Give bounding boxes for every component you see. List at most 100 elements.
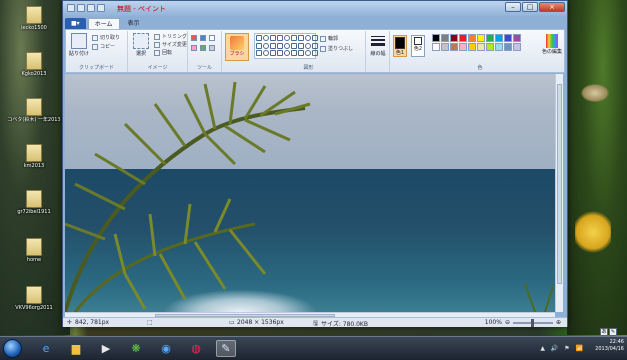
zoom-out-button[interactable]: ⊖ [505,319,510,326]
maximize-button[interactable]: □ [522,2,538,12]
desktop-icon-folder[interactable]: km2013 [0,144,68,169]
undo-icon[interactable] [87,4,95,12]
palette-color-2[interactable] [450,34,458,42]
shape-option-icon[interactable] [277,35,283,41]
size-button[interactable]: 線の幅 [367,33,389,57]
save-icon[interactable] [77,4,85,12]
tab-view[interactable]: 表示 [122,18,146,29]
palette-color-17[interactable] [495,43,503,51]
palette-color-5[interactable] [477,34,485,42]
shape-option-icon[interactable] [263,50,269,57]
copy-button[interactable]: コピー [92,43,115,50]
paint-icon[interactable]: ✎ [216,340,236,357]
rotate-button[interactable]: 回転 [154,49,172,56]
desktop-icon-folder[interactable]: コベタ(鈴木) 一年2013 [0,98,68,123]
palette-color-14[interactable] [468,43,476,51]
palette-color-9[interactable] [513,34,521,42]
app-green-icon[interactable]: ❋ [126,340,146,357]
shape-option-icon[interactable] [305,35,311,41]
file-explorer-icon[interactable]: ▆ [66,340,86,357]
tab-home[interactable]: ホーム [87,18,120,29]
shape-option-icon[interactable] [312,35,318,41]
internet-explorer-icon[interactable]: e [36,340,56,357]
palette-color-19[interactable] [513,43,521,51]
shape-option-icon[interactable] [305,50,311,57]
shape-option-icon[interactable] [256,50,262,57]
palette-color-15[interactable] [477,43,485,51]
shape-option-icon[interactable] [270,35,276,41]
minimize-button[interactable]: – [505,2,521,12]
palette-color-12[interactable] [450,43,458,51]
shape-option-icon[interactable] [277,42,283,49]
ime-pad-icon[interactable]: ✎ [609,328,617,336]
pencil-icon[interactable] [191,35,197,41]
eraser-icon[interactable] [191,45,197,51]
shape-option-icon[interactable] [291,50,297,57]
ime-mode-icon[interactable]: あ [600,328,608,336]
cut-button[interactable]: 切り取り [92,34,120,41]
app-blue-icon[interactable]: ◉ [156,340,176,357]
shape-option-icon[interactable] [291,42,297,49]
shape-option-icon[interactable] [263,42,269,49]
palette-color-6[interactable] [486,34,494,42]
crop-button[interactable]: トリミング [154,33,187,40]
palette-color-10[interactable] [432,43,440,51]
shape-option-icon[interactable] [256,35,262,41]
desktop-icon-folder[interactable]: home [0,238,68,263]
palette-color-0[interactable] [432,34,440,42]
shape-option-icon[interactable] [284,42,290,49]
paint-app-icon[interactable] [67,4,75,12]
fill-button[interactable]: 塗りつぶし [320,45,353,52]
palette-color-7[interactable] [495,34,503,42]
magnifier-icon[interactable] [209,45,215,51]
shape-option-icon[interactable] [298,35,304,41]
shape-option-icon[interactable] [312,50,318,57]
zoom-slider-knob[interactable] [531,318,535,327]
fill-bucket-icon[interactable] [200,35,206,41]
shape-option-icon[interactable] [305,42,311,49]
shape-option-icon[interactable] [270,50,276,57]
desktop-icon-folder[interactable]: VKV96org2011 [0,286,68,311]
close-button[interactable]: × [539,2,565,12]
outline-button[interactable]: 輪郭 [320,35,338,42]
shape-option-icon[interactable] [291,35,297,41]
start-button[interactable] [3,339,22,358]
zoom-in-button[interactable]: ⊕ [556,319,561,326]
shape-option-icon[interactable] [284,35,290,41]
paste-button[interactable]: 貼り付け [68,33,90,57]
palette-color-13[interactable] [459,43,467,51]
desktop-icon-folder[interactable]: lecko1500 [0,6,68,31]
palette-color-18[interactable] [504,43,512,51]
shape-option-icon[interactable] [284,50,290,57]
palette-color-4[interactable] [468,34,476,42]
edit-colors-button[interactable]: 色の編集 [542,34,562,55]
shape-option-icon[interactable] [277,50,283,57]
media-player-icon[interactable]: ▶ [96,340,116,357]
palette-color-16[interactable] [486,43,494,51]
chrome-icon[interactable]: ◍ [186,340,206,357]
redo-icon[interactable] [97,4,105,12]
select-button[interactable]: 選択 [130,33,152,57]
desktop-icon-folder[interactable]: Kgko2013 [0,52,68,77]
text-tool-icon[interactable] [209,35,215,41]
color-picker-icon[interactable] [200,45,206,51]
shape-option-icon[interactable] [270,42,276,49]
vertical-scrollbar[interactable] [555,74,563,312]
palette-color-11[interactable] [441,43,449,51]
shape-option-icon[interactable] [298,50,304,57]
system-tray-icons[interactable]: ▲ 🔊 ⚑ 📶 [540,345,585,352]
palette-color-3[interactable] [459,34,467,42]
shape-option-icon[interactable] [256,42,262,49]
desktop-icon-folder[interactable]: gr72ibel1911 [0,190,68,215]
clock[interactable]: 22:46 2013/04/16 [595,339,624,353]
shape-option-icon[interactable] [298,42,304,49]
zoom-slider[interactable] [512,318,553,327]
palette-color-8[interactable] [504,34,512,42]
vertical-scroll-thumb[interactable] [557,84,562,284]
brush-button[interactable]: ブラシ [225,33,249,61]
shape-option-icon[interactable] [263,35,269,41]
tab-file-menu[interactable]: ■▾ [65,18,86,29]
shape-option-icon[interactable] [312,42,318,49]
drawing-canvas[interactable] [65,74,555,312]
palette-color-1[interactable] [441,34,449,42]
